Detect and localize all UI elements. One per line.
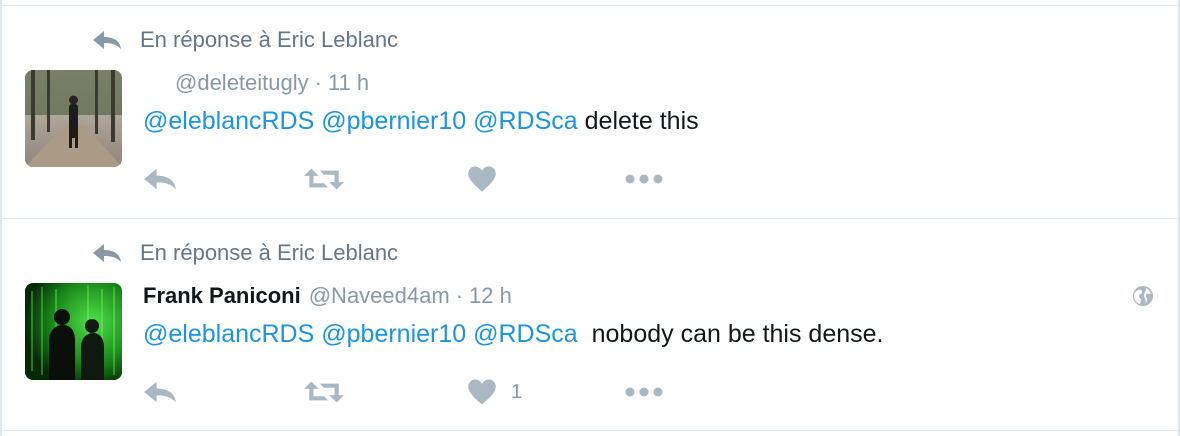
- like-count: 1: [511, 380, 523, 403]
- retweet-icon: [304, 168, 344, 190]
- tweet-header: Frank Paniconi @Naveed4am · 12 h: [143, 283, 512, 309]
- retweet-button[interactable]: [303, 376, 345, 408]
- reply-icon: [93, 244, 121, 262]
- more-icon: [625, 174, 663, 184]
- tweet-text: @eleblancRDS @pbernier10 @RDSca delete t…: [143, 107, 699, 136]
- retweet-button[interactable]: [303, 163, 345, 195]
- mention-link[interactable]: @pbernier10: [321, 320, 466, 348]
- heart-icon: [468, 166, 496, 192]
- reply-context: En réponse à Eric Leblanc: [92, 25, 398, 55]
- username[interactable]: @deleteitugly: [175, 70, 309, 96]
- reply-button[interactable]: [143, 376, 177, 408]
- globe-icon[interactable]: [1132, 285, 1154, 307]
- reply-icon: [144, 168, 176, 190]
- like-button[interactable]: 1: [467, 376, 522, 408]
- tweet-text: @eleblancRDS @pbernier10 @RDSca nobody c…: [143, 320, 883, 349]
- retweet-icon: [304, 381, 344, 403]
- tweet-body: delete this: [584, 107, 699, 135]
- reply-context-text[interactable]: En réponse à Eric Leblanc: [140, 27, 398, 53]
- reply-context-text[interactable]: En réponse à Eric Leblanc: [140, 240, 398, 266]
- username[interactable]: @Naveed4am: [309, 283, 450, 309]
- reply-icon: [93, 31, 121, 49]
- separator: ·: [455, 283, 464, 308]
- reply-context: En réponse à Eric Leblanc: [92, 238, 398, 268]
- mention-link[interactable]: @RDSca: [473, 107, 578, 135]
- timestamp[interactable]: 11 h: [328, 70, 369, 96]
- tweet-body: nobody can be this dense.: [584, 320, 884, 348]
- mention-link[interactable]: @pbernier10: [321, 107, 466, 135]
- like-button[interactable]: [467, 163, 511, 195]
- heart-icon: [468, 379, 496, 405]
- avatar[interactable]: [25, 70, 122, 167]
- more-button[interactable]: [624, 163, 664, 195]
- mention-link[interactable]: @eleblancRDS: [143, 107, 314, 135]
- mention-link[interactable]: @RDSca: [473, 320, 578, 348]
- timestamp[interactable]: 12 h: [469, 283, 512, 309]
- reply-button[interactable]: [143, 163, 177, 195]
- mention-link[interactable]: @eleblancRDS: [143, 320, 314, 348]
- reply-icon: [144, 381, 176, 403]
- tweet-header: @deleteitugly · 11 h: [143, 70, 369, 96]
- tweet[interactable]: En réponse à Eric Leblanc @deleteitugly …: [0, 6, 1180, 219]
- more-icon: [625, 387, 663, 397]
- tweet[interactable]: En réponse à Eric Leblanc Frank Paniconi…: [0, 219, 1180, 431]
- tweet-actions: 1: [143, 376, 703, 408]
- display-name[interactable]: Frank Paniconi: [143, 283, 301, 309]
- separator: ·: [314, 70, 322, 95]
- avatar[interactable]: [25, 283, 122, 380]
- more-button[interactable]: [624, 376, 664, 408]
- tweet-actions: [143, 163, 703, 195]
